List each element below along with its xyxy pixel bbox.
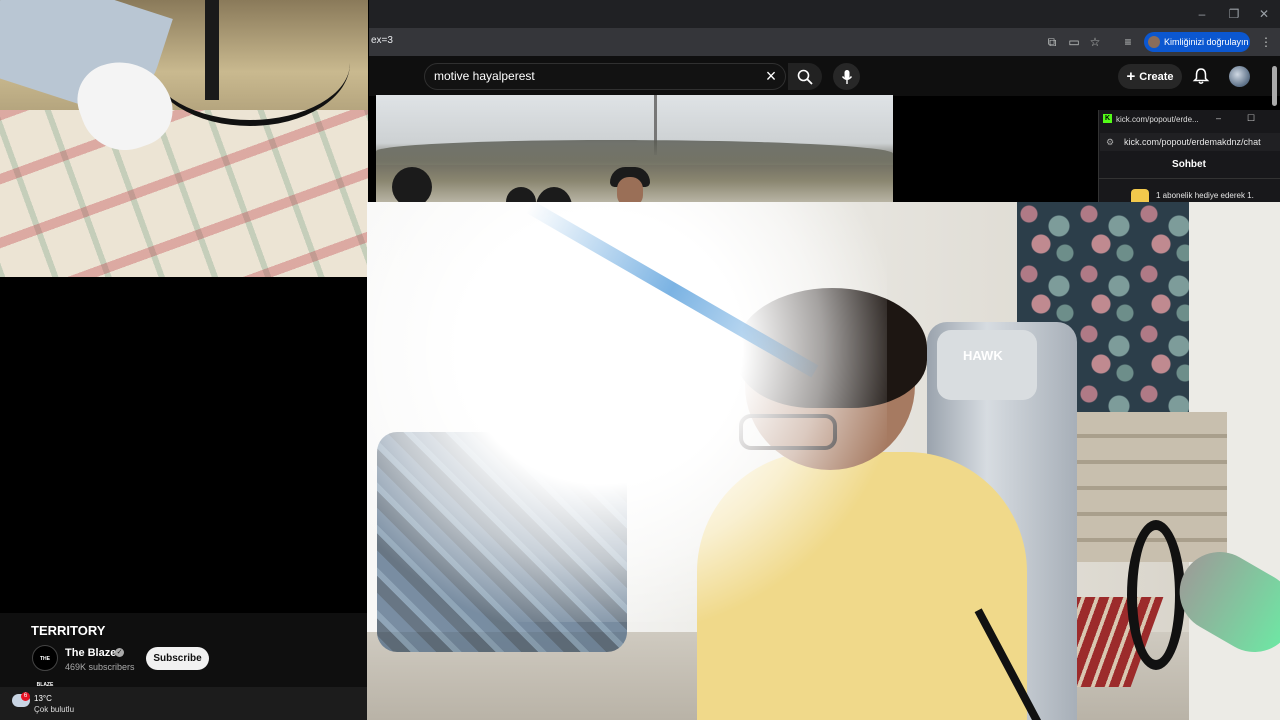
browser-title-bar: – ❐ ✕ — [369, 0, 1280, 28]
popout-url: kick.com/popout/erdemakdnz/chat — [1124, 137, 1261, 147]
kick-logo-icon: K — [1103, 114, 1112, 123]
bell-icon — [1192, 68, 1210, 84]
search-button[interactable] — [788, 63, 822, 90]
search-input-value[interactable]: motive hayalperest — [434, 69, 535, 83]
chat-message: 1 abonelik hediye ederek 1. — [1156, 191, 1254, 200]
popout-window-title: kick.com/popout/erde... — [1116, 115, 1199, 124]
site-settings-icon[interactable]: ⚙ — [1106, 137, 1114, 148]
browser-menu-icon[interactable]: ⋮ — [1258, 34, 1274, 50]
floor-rug — [0, 110, 368, 277]
video-player[interactable] — [376, 95, 893, 202]
mic-icon — [841, 69, 852, 84]
subscribe-button[interactable]: Subscribe — [146, 647, 209, 670]
weather-temperature[interactable]: 13°C — [34, 694, 52, 703]
voice-search-button[interactable] — [833, 63, 860, 90]
chair-brand-text: HAWK — [963, 348, 1003, 363]
chair-pillow — [937, 330, 1037, 400]
channel-avatar[interactable]: THE BLAZE — [32, 645, 58, 688]
verified-icon: ✓ — [115, 648, 124, 657]
webcam-feed: HAWK — [367, 202, 1280, 720]
profile-avatar-icon — [1148, 36, 1160, 48]
person-head — [506, 187, 536, 202]
person-head — [392, 167, 432, 202]
taskbar — [0, 687, 367, 720]
close-icon[interactable]: × — [762, 66, 780, 86]
pop-filter — [1127, 520, 1185, 670]
create-button[interactable]: + Create — [1118, 64, 1182, 89]
weather-condition[interactable]: Çok bulutlu — [34, 705, 74, 714]
notifications-button[interactable] — [1192, 67, 1210, 85]
camera-feed-floor — [0, 0, 368, 277]
minimize-icon[interactable]: – — [1216, 113, 1221, 123]
channel-name[interactable]: The Blaze — [65, 647, 116, 659]
gift-icon — [1131, 189, 1149, 203]
reading-list-icon[interactable]: ≡ — [1120, 34, 1136, 50]
translate-icon[interactable]: ⧉ — [1044, 34, 1060, 50]
subscriber-count: 469K subscribers — [65, 662, 135, 672]
account-avatar[interactable] — [1229, 66, 1250, 87]
weather-badge: 6 — [21, 692, 30, 701]
profile-chip-label: Kimliğinizi doğrulayın — [1164, 37, 1249, 47]
search-icon — [797, 69, 813, 85]
office-chair-post — [205, 0, 219, 100]
chat-divider — [1098, 178, 1280, 179]
minimize-icon[interactable]: – — [1193, 5, 1211, 23]
office-chair-base — [150, 0, 350, 126]
bookmark-star-icon[interactable]: ☆ — [1087, 34, 1103, 50]
video-title[interactable]: TERRITORY — [31, 623, 105, 638]
close-window-icon[interactable]: ✕ — [1255, 5, 1273, 23]
person-head — [536, 187, 572, 202]
background-hills — [376, 140, 893, 165]
chat-heading: Sohbet — [1172, 159, 1206, 170]
restore-icon[interactable]: ❐ — [1225, 5, 1243, 23]
url-text[interactable]: ex=3 — [371, 35, 393, 46]
person-face — [617, 177, 643, 202]
cast-icon[interactable]: ▭ — [1066, 34, 1082, 50]
page-scrollbar[interactable] — [1272, 66, 1277, 106]
profile-verify-chip[interactable]: Kimliğinizi doğrulayın — [1144, 32, 1250, 52]
plus-icon: + — [1126, 68, 1136, 85]
create-label: Create — [1139, 70, 1174, 83]
maximize-icon[interactable]: ☐ — [1247, 113, 1255, 124]
